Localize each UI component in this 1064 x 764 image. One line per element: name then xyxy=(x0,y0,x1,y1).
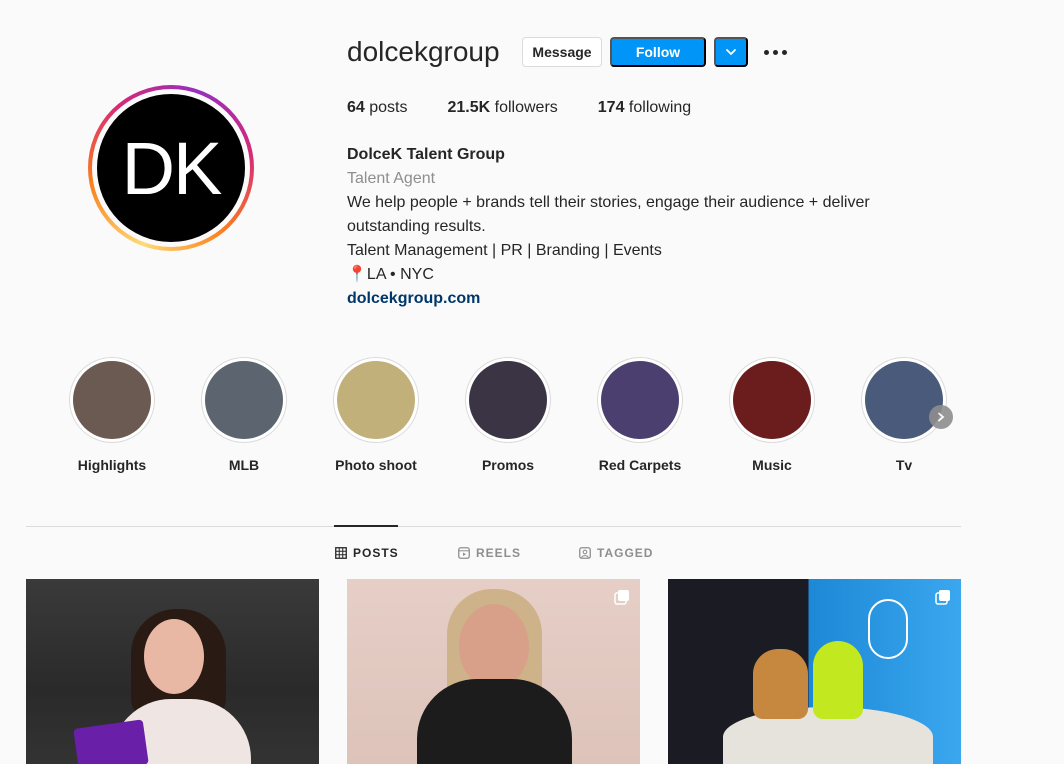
highlight-thumbnail xyxy=(469,361,547,439)
posts-stat: 64 posts xyxy=(347,99,407,117)
highlight-thumbnail xyxy=(865,361,943,439)
post-figure xyxy=(753,649,808,719)
highlight-ring xyxy=(201,357,287,443)
highlight-photo-shoot[interactable]: Photo shoot xyxy=(321,357,431,473)
highlight-label: Tv xyxy=(895,457,913,473)
highlight-label: MLB xyxy=(228,457,260,473)
highlight-thumbnail xyxy=(337,361,415,439)
highlight-ring xyxy=(729,357,815,443)
post-figure-face xyxy=(144,619,204,694)
post-thumbnail[interactable] xyxy=(347,579,640,764)
post-figure xyxy=(813,641,863,719)
reels-icon xyxy=(458,547,470,559)
tabs-divider xyxy=(26,526,961,527)
tagged-icon xyxy=(579,547,591,559)
highlight-highlights[interactable]: Highlights xyxy=(57,357,167,473)
tab-posts[interactable]: POSTS xyxy=(335,546,399,560)
post-figure-face xyxy=(459,604,529,689)
following-count: 174 xyxy=(597,99,625,116)
highlight-label: Highlights xyxy=(77,457,147,473)
followers-count: 21.5K xyxy=(447,99,491,116)
tab-reels[interactable]: REELS xyxy=(458,546,521,560)
bio-category: Talent Agent xyxy=(347,170,436,187)
tab-tagged[interactable]: TAGGED xyxy=(579,546,653,560)
highlight-ring xyxy=(69,357,155,443)
bio-services: Talent Management | PR | Branding | Even… xyxy=(347,242,662,259)
chevron-right-icon xyxy=(938,412,945,422)
highlight-label: Promos xyxy=(481,457,535,473)
bio-description: We help people + brands tell their stori… xyxy=(347,194,870,235)
highlight-thumbnail xyxy=(73,361,151,439)
bio-name: DolceK Talent Group xyxy=(347,146,505,163)
posts-count: 64 xyxy=(347,99,365,116)
highlight-music[interactable]: Music xyxy=(717,357,827,473)
highlight-red-carpets[interactable]: Red Carpets xyxy=(585,357,695,473)
profile-username: dolcekgroup xyxy=(347,36,500,67)
highlight-promos[interactable]: Promos xyxy=(453,357,563,473)
bio-location: 📍LA • NYC xyxy=(347,266,434,283)
highlight-ring xyxy=(465,357,551,443)
follow-button[interactable]: Follow xyxy=(610,37,706,67)
following-stat[interactable]: 174 following xyxy=(598,99,691,117)
more-options-icon[interactable] xyxy=(764,44,790,60)
post-thumbnail[interactable] xyxy=(26,579,319,764)
highlight-thumbnail xyxy=(733,361,811,439)
chevron-down-icon xyxy=(726,49,736,56)
multiple-photos-icon xyxy=(935,590,950,605)
tab-label: REELS xyxy=(476,546,522,560)
more-dot xyxy=(764,49,769,55)
tab-label: POSTS xyxy=(353,546,399,560)
post-figure-body xyxy=(417,679,572,764)
highlights-next-button[interactable] xyxy=(929,405,953,429)
profile-bio: DolceK Talent Group Talent Agent We help… xyxy=(347,143,907,311)
highlight-thumbnail xyxy=(205,361,283,439)
profile-stats: 64 posts 21.5K followers 174 following xyxy=(347,99,691,117)
grid-icon xyxy=(335,547,347,559)
following-label: following xyxy=(624,99,692,116)
followers-stat[interactable]: 21.5K followers xyxy=(447,99,557,117)
snack-bag xyxy=(73,719,149,764)
tab-label: TAGGED xyxy=(597,546,654,560)
more-dot xyxy=(773,49,778,55)
bio-website-link[interactable]: dolcekgroup.com xyxy=(347,290,480,307)
suggested-dropdown-button[interactable] xyxy=(714,37,748,67)
post-thumbnail[interactable] xyxy=(668,579,961,764)
highlight-thumbnail xyxy=(601,361,679,439)
followers-label: followers xyxy=(490,99,558,116)
posts-label: posts xyxy=(364,99,408,116)
highlight-label: Red Carpets xyxy=(598,457,682,473)
profile-avatar-ring[interactable]: DK xyxy=(88,85,254,251)
active-tab-indicator xyxy=(334,525,398,527)
highlight-label: Music xyxy=(752,457,792,473)
message-button[interactable]: Message xyxy=(522,37,602,67)
avatar-gap: DK xyxy=(92,89,250,247)
highlight-ring xyxy=(597,357,683,443)
studio-mic-sign xyxy=(868,599,908,659)
highlight-ring xyxy=(333,357,419,443)
multiple-photos-icon xyxy=(614,590,629,605)
highlight-ring xyxy=(861,357,947,443)
highlight-mlb[interactable]: MLB xyxy=(189,357,299,473)
highlight-label: Photo shoot xyxy=(335,457,417,473)
avatar[interactable]: DK xyxy=(97,94,245,242)
more-dot xyxy=(782,49,787,55)
